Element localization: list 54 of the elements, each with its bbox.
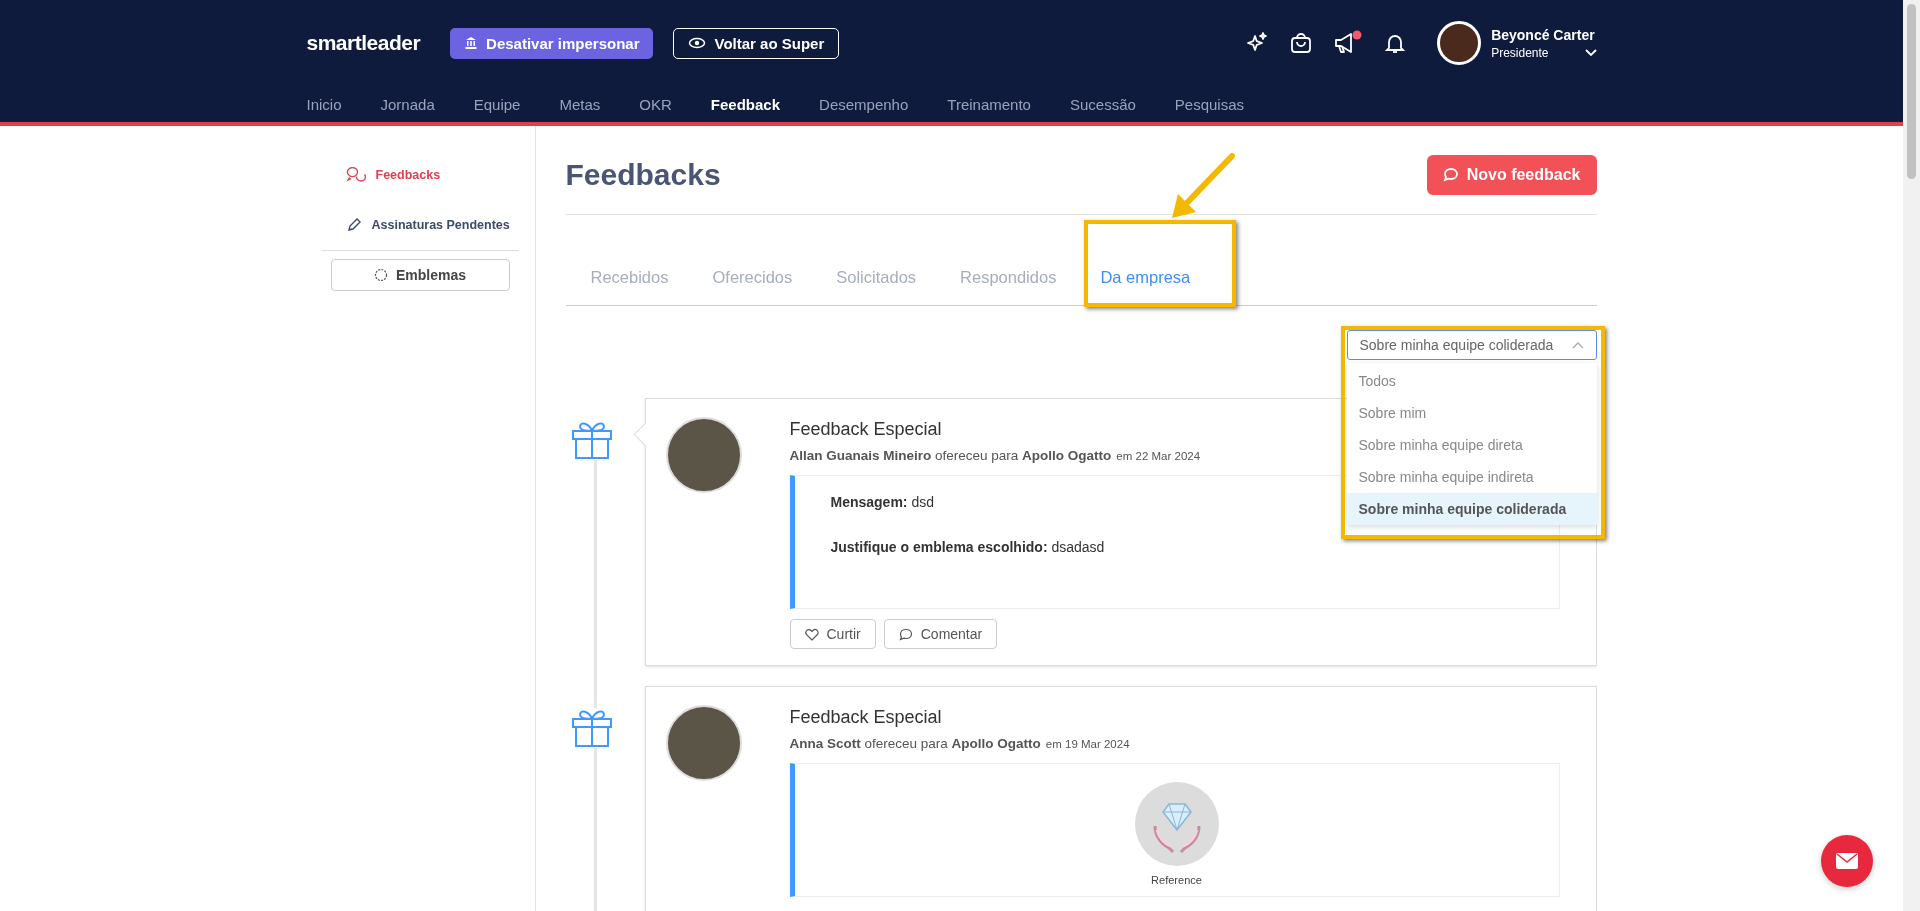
dropdown-option[interactable]: Sobre mim — [1346, 397, 1597, 429]
nav-link[interactable]: Jornada — [380, 95, 435, 113]
message-field: Justifique o emblema escolhido: dsadasd — [830, 539, 1105, 555]
comment-icon — [898, 627, 913, 641]
chevron-down-icon[interactable] — [1584, 48, 1597, 57]
tab[interactable]: Da empresa — [1078, 268, 1213, 305]
scrollbar[interactable] — [1903, 0, 1920, 911]
chevron-icon — [1571, 341, 1584, 349]
nav-link[interactable]: Equipe — [473, 95, 521, 113]
feedback-title: Feedback Especial — [789, 707, 943, 728]
comment-button[interactable]: Comentar — [883, 619, 998, 649]
nav-link[interactable]: Feedback — [710, 95, 781, 113]
nav-link[interactable]: OKR — [639, 95, 672, 113]
message-field: Mensagem: dsd — [830, 494, 934, 510]
user-name: Beyoncé Carter — [1491, 26, 1596, 43]
feedback-date: em 19 Mar 2024 — [1045, 738, 1130, 750]
nav-link[interactable]: Desempenho — [819, 95, 909, 113]
shopping-bag-icon[interactable] — [1289, 31, 1314, 55]
heart-icon — [804, 627, 819, 641]
nav-link[interactable]: Inicio — [306, 95, 342, 113]
dropdown-option[interactable]: Sobre minha equipe indireta — [1346, 461, 1597, 493]
sidebar-item[interactable]: Feedbacks — [321, 150, 519, 200]
nav-link[interactable]: Treinamento — [947, 95, 1031, 113]
feedback-byline: Allan Guanais Mineiro ofereceu para Apollo Ogatto — [789, 448, 1112, 463]
emblems-button[interactable]: Emblemas — [330, 259, 510, 291]
dashed-circle-icon — [373, 268, 388, 282]
impersonate-button[interactable]: Desativar impersonar — [450, 27, 654, 59]
nav-link[interactable]: Pesquisas — [1174, 95, 1245, 113]
feedback-title: Feedback Especial — [789, 419, 943, 440]
new-feedback-button[interactable]: Novo feedback — [1426, 155, 1597, 195]
nav-link[interactable]: Sucessão — [1069, 95, 1136, 113]
eye-icon — [688, 36, 707, 50]
filter-dropdown[interactable]: Sobre minha equipe coliderada — [1346, 330, 1597, 360]
badge-label: Reference — [1151, 874, 1202, 886]
user-avatar[interactable] — [1437, 21, 1482, 65]
page-title: Feedbacks — [565, 158, 721, 192]
brand-logo[interactable]: smartleader — [306, 31, 421, 55]
megaphone-icon[interactable] — [1333, 30, 1364, 56]
chat-bubbles-icon — [345, 167, 366, 183]
envelope-icon — [1836, 853, 1858, 869]
building-icon — [464, 36, 479, 50]
nav-link[interactable]: Metas — [559, 95, 601, 113]
dropdown-option[interactable]: Sobre minha equipe direta — [1346, 429, 1597, 461]
feedback-byline: Anna Scott ofereceu para Apollo Ogatto — [789, 736, 1041, 751]
mail-button[interactable] — [1821, 835, 1873, 887]
back-button[interactable]: Voltar ao Super — [673, 27, 840, 59]
like-button[interactable]: Curtir — [789, 619, 876, 649]
feedback-date: em 22 Mar 2024 — [1116, 450, 1201, 462]
pen-icon — [345, 217, 362, 233]
dropdown-option[interactable]: Todos — [1346, 365, 1597, 397]
sidebar-item[interactable]: Assinaturas Pendentes — [321, 200, 519, 250]
dropdown-option[interactable]: Sobre minha equipe coliderada — [1346, 493, 1597, 525]
speech-bubble-icon — [1442, 167, 1459, 183]
user-role: Presidente — [1491, 45, 1549, 60]
